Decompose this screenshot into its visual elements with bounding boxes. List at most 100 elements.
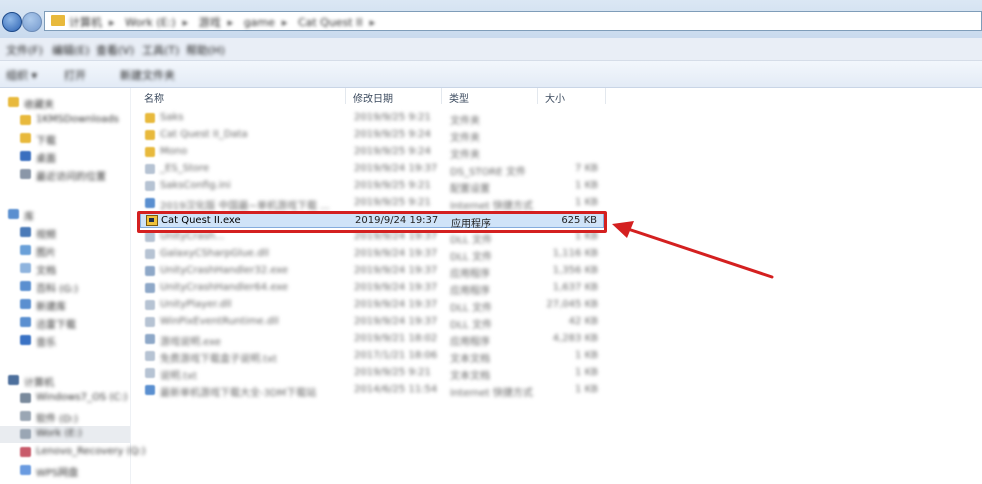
column-divider[interactable] [345, 88, 346, 104]
library-icon [20, 317, 31, 327]
breadcrumb-item[interactable]: game [244, 16, 275, 29]
file-row[interactable]: 免费游戏下载盒子说明.txt 2017/1/21 18:06 文本文档 1 KB [140, 348, 604, 365]
file-size: 4,283 KB [552, 333, 598, 344]
folder-icon [145, 113, 155, 123]
nav-item-wps-drive[interactable]: WPS网盘 [0, 462, 130, 479]
nav-item-desktop[interactable]: 桌面 [0, 148, 130, 165]
organize-button[interactable]: 组织 ▾ [6, 67, 37, 83]
nav-label: Windows7_OS (C:) [36, 392, 128, 403]
nav-item-downloads-site[interactable]: 1KMSDownloads [0, 112, 130, 129]
file-size: 1 KB [575, 180, 598, 191]
file-size: 1 KB [575, 367, 598, 378]
folder-icon [145, 130, 155, 140]
breadcrumb-item[interactable]: 游戏 [199, 16, 221, 29]
nav-item-videos[interactable]: 视频 [0, 224, 130, 241]
file-type: 文本文档 [450, 371, 490, 382]
nav-label: 视频 [36, 230, 56, 241]
file-row[interactable]: UnityCrashHandler32.exe 2019/9/24 19:37 应用… [140, 263, 604, 280]
address-bar-row: 计算机 ▸ Work (E:) ▸ 游戏 ▸ game ▸ Cat Quest II ▸ [0, 0, 982, 38]
menu-tools[interactable]: 工具(T) [142, 42, 179, 58]
menu-help[interactable]: 帮助(H) [186, 42, 225, 58]
file-row[interactable]: WinPixEventRuntime.dll 2019/9/24 19:37 DLL… [140, 314, 604, 331]
nav-item-downloads[interactable]: 下载 [0, 130, 130, 147]
exe-icon [145, 266, 155, 276]
nav-libraries[interactable]: 库 [0, 206, 130, 223]
exe-icon [145, 283, 155, 293]
forward-button[interactable] [22, 12, 42, 32]
file-row[interactable]: SaksConfig.ini 2019/9/25 9:21 配置设置 1 KB [140, 178, 604, 195]
column-headers: 名称 修改日期 类型 大小 [130, 88, 982, 106]
nav-item-recent[interactable]: 最近访问的位置 [0, 166, 130, 183]
breadcrumb-item[interactable]: 计算机 [69, 16, 102, 29]
drive-icon [20, 429, 31, 439]
nav-item-drive-e[interactable]: Work (E:) [0, 426, 130, 443]
command-bar: 组织 ▾ 打开 新建文件夹 [0, 61, 982, 88]
file-type: DLL 文件 [450, 320, 493, 331]
library-icon [8, 209, 19, 219]
breadcrumb-item[interactable]: Work (E:) [125, 16, 176, 29]
file-row[interactable]: Cat Quest II_Data 2019/9/25 9:24 文件夹 [140, 127, 604, 144]
file-row[interactable]: _ES_Store 2019/9/24 19:37 DS_STORE 文件 7 KB [140, 161, 604, 178]
file-row[interactable]: 2019汉化版 中国最~单机游戏下载 ... 2019/9/25 9:21 Inte… [140, 195, 604, 212]
new-folder-button[interactable]: 新建文件夹 [120, 67, 175, 83]
file-size: 1 KB [575, 384, 598, 395]
breadcrumb[interactable]: 计算机 ▸ Work (E:) ▸ 游戏 ▸ game ▸ Cat Quest II ▸ [69, 14, 382, 30]
file-date: 2019/9/24 19:37 [354, 316, 438, 327]
nav-item-music[interactable]: 音乐 [0, 332, 130, 349]
column-header-date[interactable]: 修改日期 [353, 90, 393, 105]
file-row[interactable]: 游戏说明.exe 2019/9/21 18:02 应用程序 4,283 KB [140, 331, 604, 348]
file-type: DLL 文件 [450, 235, 493, 246]
column-header-size[interactable]: 大小 [545, 90, 565, 105]
desktop-icon [20, 151, 31, 161]
file-date: 2019/9/24 19:37 [354, 265, 438, 276]
nav-label: 库 [24, 212, 34, 223]
folder-icon [20, 115, 31, 125]
nav-favorites[interactable]: 收藏夹 [0, 94, 130, 111]
file-size: 42 KB [568, 316, 598, 327]
arrow-head [612, 221, 634, 238]
file-row[interactable]: GalaxyCSharpGlue.dll 2019/9/24 19:37 DLL 文… [140, 246, 604, 263]
star-icon [8, 97, 19, 107]
nav-label: 桌面 [36, 154, 56, 165]
nav-item-drive-c[interactable]: Windows7_OS (C:) [0, 390, 130, 407]
music-library-icon [20, 335, 31, 345]
open-button[interactable]: 打开 [64, 67, 86, 83]
nav-item-xunlei[interactable]: 迅雷下载 [0, 314, 130, 331]
file-row[interactable]: Saks 2019/9/25 9:21 文件夹 [140, 110, 604, 127]
file-row[interactable]: 说明.txt 2019/9/25 9:21 文本文档 1 KB [140, 365, 604, 382]
nav-item-drive-q[interactable]: Lenovo_Recovery (Q:) [0, 444, 146, 461]
back-button[interactable] [2, 12, 22, 32]
column-header-name[interactable]: 名称 [144, 90, 164, 105]
file-size: 1 KB [575, 197, 598, 208]
drive-icon [20, 393, 31, 403]
nav-item-drive-d[interactable]: 软件 (D:) [0, 408, 130, 425]
file-icon [145, 317, 155, 327]
nav-item-documents[interactable]: 文档 [0, 260, 130, 277]
address-bar[interactable]: 计算机 ▸ Work (E:) ▸ 游戏 ▸ game ▸ Cat Quest II ▸ [44, 11, 982, 31]
nav-item-pictures[interactable]: 图片 [0, 242, 130, 259]
nav-item-new-library[interactable]: 新建库 [0, 296, 130, 313]
file-name: _ES_Store [160, 163, 210, 174]
file-date: 2019/9/24 19:37 [354, 299, 438, 310]
file-date: 2017/1/21 18:06 [354, 350, 438, 361]
column-divider[interactable] [605, 88, 606, 104]
nav-item-baike[interactable]: 百科 (G:) [0, 278, 130, 295]
file-row[interactable]: UnityCrashHandler64.exe 2019/9/24 19:37 应用… [140, 280, 604, 297]
nav-computer[interactable]: 计算机 [0, 372, 130, 389]
column-divider[interactable] [537, 88, 538, 104]
menu-edit[interactable]: 编辑(E) [52, 42, 90, 58]
computer-icon [8, 375, 19, 385]
file-row[interactable]: UnityPlayer.dll 2019/9/24 19:37 DLL 文件 27,0… [140, 297, 604, 314]
file-row[interactable]: Mono 2019/9/25 9:24 文件夹 [140, 144, 604, 161]
file-date: 2019/9/25 9:21 [354, 367, 431, 378]
column-divider[interactable] [441, 88, 442, 104]
menu-file[interactable]: 文件(F) [6, 42, 43, 58]
cloud-drive-icon [20, 465, 31, 475]
breadcrumb-item[interactable]: Cat Quest II [298, 16, 363, 29]
menu-view[interactable]: 查看(V) [96, 42, 134, 58]
file-name: 2019汉化版 中国最~单机游戏下载 ... [160, 201, 330, 212]
column-header-type[interactable]: 类型 [449, 90, 469, 105]
file-row[interactable]: 最新单机游戏下载大全-3DM下载站 2014/6/25 11:54 Internet… [140, 382, 604, 399]
recent-places-icon [20, 169, 31, 179]
file-name: 最新单机游戏下载大全-3DM下载站 [160, 388, 317, 399]
